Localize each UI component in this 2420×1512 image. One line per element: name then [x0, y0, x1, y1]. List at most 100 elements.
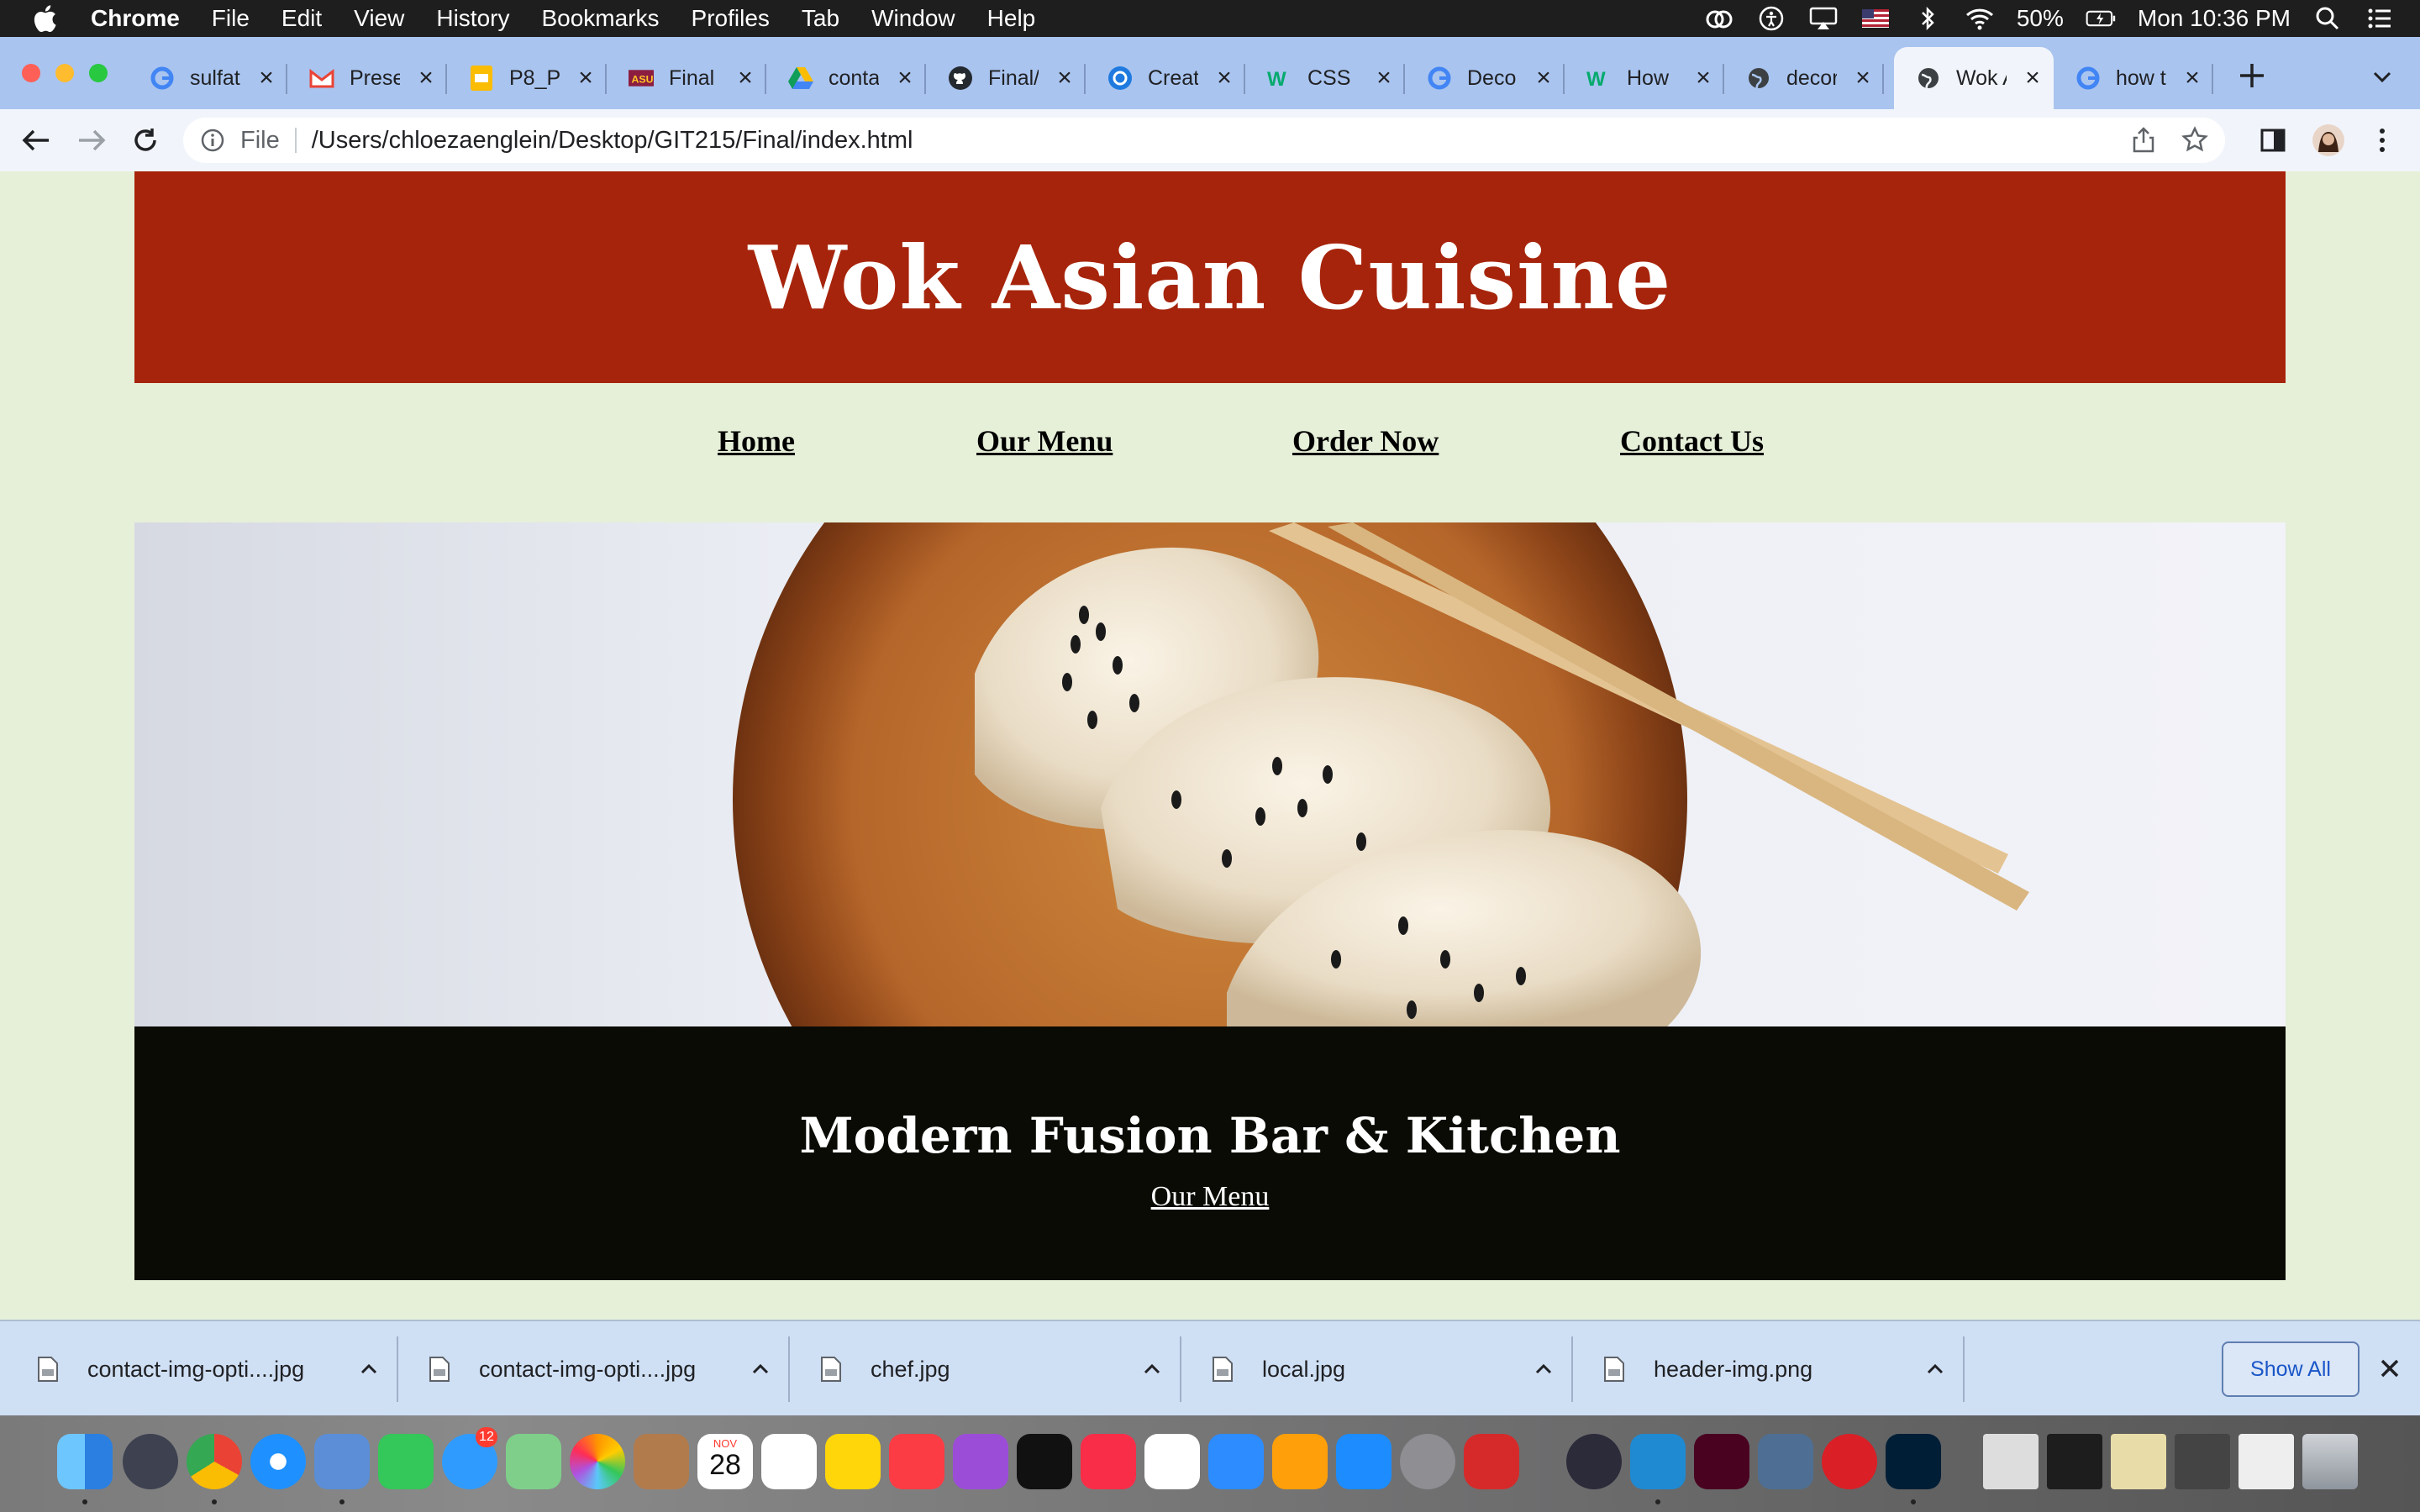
creative-cloud-app-icon[interactable] — [1822, 1434, 1877, 1489]
menu-help[interactable]: Help — [987, 5, 1036, 32]
news-icon[interactable] — [1081, 1434, 1136, 1489]
tab-search-chevron-icon[interactable] — [2370, 64, 2395, 89]
close-tab-icon[interactable]: × — [575, 66, 597, 91]
tab-9[interactable]: W How × — [1565, 47, 1724, 109]
contacts-icon[interactable] — [634, 1434, 689, 1489]
minimized-window-thumbnail-1[interactable] — [1983, 1434, 2039, 1489]
podcasts-icon[interactable] — [953, 1434, 1008, 1489]
menu-clock[interactable]: Mon 10:36 PM — [2138, 5, 2291, 32]
minimized-window-thumbnail-4[interactable] — [2175, 1434, 2230, 1489]
download-item-4[interactable]: header-img.png — [1603, 1321, 1965, 1417]
bluetooth-icon[interactable] — [1912, 6, 1943, 31]
tab-7[interactable]: W CSS F × — [1245, 47, 1405, 109]
side-panel-icon[interactable] — [2254, 121, 2292, 160]
tab-10[interactable]: decor × — [1724, 47, 1884, 109]
tab-2[interactable]: P8_Pr × — [447, 47, 607, 109]
menu-edit[interactable]: Edit — [281, 5, 322, 32]
tab-0[interactable]: sulfat × — [128, 47, 287, 109]
close-tab-icon[interactable]: × — [2022, 66, 2044, 91]
close-tab-icon[interactable]: × — [415, 66, 437, 91]
maps-icon[interactable] — [506, 1434, 561, 1489]
photos-icon[interactable] — [570, 1434, 625, 1489]
back-arrow-icon[interactable] — [17, 121, 55, 160]
close-tab-icon[interactable]: × — [1533, 66, 1555, 91]
control-center-icon[interactable] — [2365, 6, 2395, 31]
download-item-3[interactable]: local.jpg — [1212, 1321, 1573, 1417]
chevron-up-icon[interactable] — [1531, 1357, 1556, 1382]
close-tab-icon[interactable]: × — [894, 66, 916, 91]
launchpad-icon[interactable] — [123, 1434, 178, 1489]
adblock-plus-icon[interactable] — [1464, 1434, 1519, 1489]
finder-icon[interactable] — [57, 1434, 113, 1489]
new-tab-plus-icon[interactable] — [2237, 60, 2267, 91]
numbers-icon[interactable] — [1144, 1434, 1200, 1489]
vscode-icon[interactable] — [1630, 1434, 1686, 1489]
accessibility-icon[interactable] — [1756, 6, 1786, 31]
indesign-icon[interactable] — [1694, 1434, 1749, 1489]
chrome-icon[interactable] — [187, 1434, 242, 1489]
photoshop-icon[interactable] — [1886, 1434, 1941, 1489]
window-zoom-button[interactable] — [89, 64, 108, 82]
minimized-window-thumbnail-2[interactable] — [2047, 1434, 2102, 1489]
tab-5[interactable]: Final/ × — [926, 47, 1086, 109]
apple-icon[interactable] — [32, 2, 66, 35]
address-bar[interactable]: File /Users/chloezaenglein/Desktop/GIT21… — [183, 118, 2225, 163]
close-tab-icon[interactable]: × — [1373, 66, 1395, 91]
menu-tab[interactable]: Tab — [802, 5, 839, 32]
tab-11-active[interactable]: Wok A × — [1894, 47, 2054, 109]
tab-1[interactable]: Prese × — [287, 47, 447, 109]
tab-8[interactable]: Deco × — [1405, 47, 1565, 109]
tab-3[interactable]: ASU Final × — [607, 47, 766, 109]
image-capture-icon[interactable] — [1758, 1434, 1813, 1489]
show-all-downloads-button[interactable]: Show All — [2222, 1341, 2360, 1397]
menu-window[interactable]: Window — [871, 5, 955, 32]
airplay-icon[interactable] — [1808, 6, 1839, 31]
download-item-2[interactable]: chef.jpg — [820, 1321, 1181, 1417]
github-desktop-icon[interactable] — [1566, 1434, 1622, 1489]
minimized-window-thumbnail-3[interactable] — [2111, 1434, 2166, 1489]
close-tab-icon[interactable]: × — [1054, 66, 1076, 91]
tab-12[interactable]: how t × — [2054, 47, 2213, 109]
trash-icon[interactable] — [2302, 1434, 2358, 1489]
keynote-icon[interactable] — [1208, 1434, 1264, 1489]
window-close-button[interactable] — [22, 64, 40, 82]
banner-link-our-menu[interactable]: Our Menu — [134, 1181, 2286, 1213]
us-flag-icon[interactable] — [1860, 6, 1891, 31]
preview-icon[interactable] — [314, 1434, 370, 1489]
chevron-up-icon[interactable] — [356, 1357, 381, 1382]
menu-bookmarks[interactable]: Bookmarks — [541, 5, 659, 32]
chevron-up-icon[interactable] — [1923, 1357, 1948, 1382]
minimized-window-thumbnail-5[interactable] — [2238, 1434, 2294, 1489]
tab-4[interactable]: conta × — [766, 47, 926, 109]
close-tab-icon[interactable]: × — [1692, 66, 1714, 91]
window-minimize-button[interactable] — [55, 64, 74, 82]
nav-link-order-now[interactable]: Order Now — [1292, 423, 1439, 459]
chevron-up-icon[interactable] — [748, 1357, 773, 1382]
menu-file[interactable]: File — [212, 5, 250, 32]
menu-app-chrome[interactable]: Chrome — [91, 5, 180, 32]
calendar-icon[interactable]: NOV 28 — [697, 1434, 753, 1489]
nav-link-contact-us[interactable]: Contact Us — [1620, 423, 1764, 459]
spotlight-search-icon[interactable] — [2312, 6, 2343, 31]
music-icon[interactable] — [889, 1434, 944, 1489]
site-info-icon[interactable] — [200, 128, 225, 153]
nav-link-home[interactable]: Home — [718, 423, 795, 459]
share-icon[interactable] — [2131, 126, 2156, 160]
wifi-icon[interactable] — [1965, 6, 1995, 31]
creative-cloud-icon[interactable] — [1704, 6, 1734, 31]
close-downloads-icon[interactable] — [2375, 1353, 2405, 1383]
system-preferences-icon[interactable] — [1400, 1434, 1455, 1489]
menu-view[interactable]: View — [354, 5, 404, 32]
reload-icon[interactable] — [126, 121, 165, 160]
download-item-1[interactable]: contact-img-opti....jpg — [429, 1321, 790, 1417]
notes-icon[interactable] — [825, 1434, 881, 1489]
bookmark-star-icon[interactable] — [2181, 126, 2208, 160]
facetime-icon[interactable] — [378, 1434, 434, 1489]
chevron-up-icon[interactable] — [1139, 1357, 1165, 1382]
safari-icon[interactable] — [250, 1434, 306, 1489]
menu-profiles[interactable]: Profiles — [692, 5, 770, 32]
close-tab-icon[interactable]: × — [734, 66, 756, 91]
battery-charging-icon[interactable] — [2086, 6, 2116, 31]
forward-arrow-icon[interactable] — [72, 121, 111, 160]
profile-avatar[interactable] — [2309, 121, 2348, 160]
